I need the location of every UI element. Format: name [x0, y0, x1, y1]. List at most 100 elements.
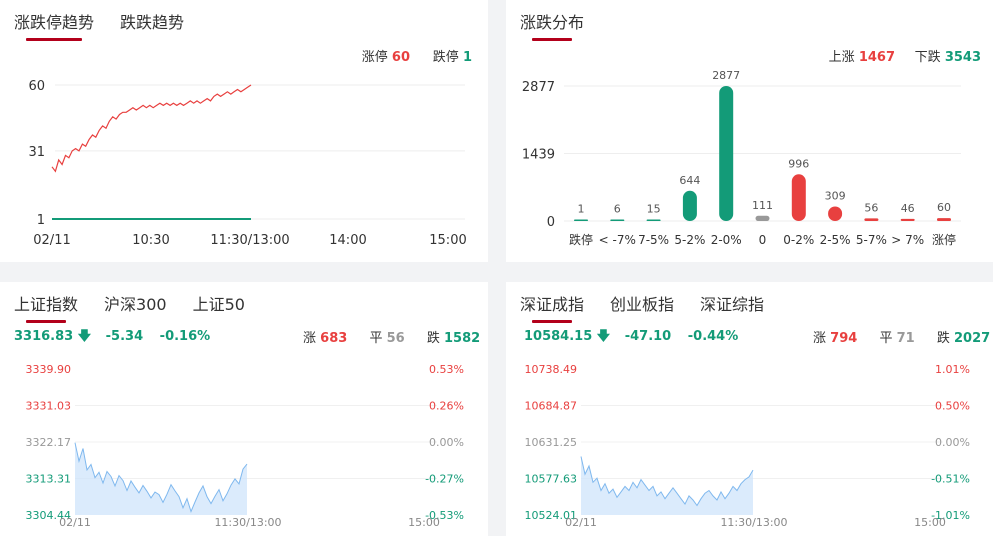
- category-label: < -7%: [599, 233, 636, 247]
- sz-down-label: 跌: [936, 331, 950, 346]
- y-tick-label: 10577.63: [525, 473, 578, 486]
- category-label: 0-2%: [783, 233, 814, 247]
- category-label: 2-5%: [820, 233, 851, 247]
- x-tick-label: 15:00: [914, 516, 946, 529]
- category-label: 跌停: [569, 232, 593, 247]
- bar: [900, 218, 915, 221]
- x-tick-label: 02/11: [33, 233, 70, 248]
- bar-value-label: 46: [901, 202, 915, 215]
- y-tick-label: 3331.03: [26, 400, 72, 413]
- x-tick-label: 11:30/13:00: [214, 516, 281, 529]
- bar-value-label: 6: [614, 203, 621, 216]
- bar-value-label: 1: [578, 203, 585, 216]
- limit-trend-chart: 60 31 1 02/11 10:30 11:30/13:00 14:00 15:00: [28, 79, 466, 248]
- bar: [719, 86, 734, 221]
- x-tick-label: 14:00: [329, 233, 366, 248]
- price-area: [581, 456, 753, 515]
- y-tick-pct-label: -0.51%: [931, 473, 970, 486]
- y-tick-label: 0: [547, 215, 555, 230]
- sz-index-change: -47.10: [624, 329, 672, 344]
- x-tick-label: 02/11: [59, 516, 91, 529]
- sh-index-quote: 3316.83 🡇 -5.34 -0.16%: [14, 327, 210, 349]
- bar-value-label: 111: [752, 199, 773, 212]
- bar: [828, 206, 843, 221]
- sh-index-panel: 上证指数 沪深300 上证50 3339.90 0.53% 3331.03 0.26%…: [0, 282, 488, 536]
- sh-down-count: 1582: [443, 331, 481, 346]
- category-label: 5-7%: [856, 233, 887, 247]
- limit-trend-panel: 涨跌停趋势 跌跌趋势 涨停 60 跌停 1 60 31 1 02/11 10:30 11:…: [0, 0, 488, 262]
- arrow-down-icon: 🡇: [77, 329, 92, 344]
- x-tick-label: 11:30/13:00: [720, 516, 787, 529]
- sh-index-change: -5.34: [105, 329, 144, 344]
- bar: [755, 215, 770, 221]
- x-tick-label: 10:30: [132, 233, 169, 248]
- arrow-down-icon: 🡇: [596, 329, 611, 344]
- sh-index-chart: 3339.90 0.53% 3331.03 0.26% 3322.17 0.00% 3313…: [26, 363, 465, 529]
- y-tick-label: 1: [37, 213, 45, 228]
- y-tick-pct-label: 0.00%: [429, 436, 464, 449]
- bar: [791, 174, 806, 221]
- sz-index-change-pct: -0.44%: [687, 329, 739, 344]
- y-tick-pct-label: 1.01%: [935, 363, 970, 376]
- y-tick-label: 60: [28, 79, 45, 94]
- sz-index-chart: 10738.49 1.01% 10684.87 0.50% 10631.25 0.00% 1…: [525, 363, 971, 529]
- bar-value-label: 2877: [712, 69, 740, 82]
- y-tick-label: 31: [28, 145, 45, 160]
- y-tick-label: 3339.90: [26, 363, 72, 376]
- sh-flat-count: 56: [386, 331, 405, 346]
- y-tick-label: 1439: [522, 147, 555, 162]
- sh-breadth-stats: 涨 683 平 56 跌 1582: [303, 327, 480, 346]
- sz-breadth-stats: 涨 794 平 71 跌 2027: [813, 327, 990, 346]
- sh-up-label: 涨: [303, 331, 317, 346]
- category-label: 2-0%: [711, 233, 742, 247]
- sz-index-quote: 10584.15 🡇 -47.10 -0.44%: [524, 327, 738, 349]
- sh-down-label: 跌: [426, 331, 440, 346]
- bar-value-label: 309: [825, 190, 846, 203]
- distribution-chart: 2877 1439 0 1 跌停 6 < -7% 15 7-5% 644 5-2% 2877 2-0% 1…: [522, 69, 961, 247]
- y-tick-label: 2877: [522, 80, 555, 95]
- sz-flat-count: 71: [896, 331, 915, 346]
- bar: [646, 219, 661, 221]
- sz-index-price: 10584.15: [524, 329, 593, 344]
- y-tick-pct-label: 0.53%: [429, 363, 464, 376]
- y-tick-label: 10684.87: [525, 400, 578, 413]
- bar: [574, 219, 588, 221]
- distribution-panel: 涨跌分布 上涨 1467 下跌 3543 2877 1439 0 1 跌停 6 < -7% 1…: [506, 0, 993, 262]
- sh-index-change-pct: -0.16%: [159, 329, 211, 344]
- bar-value-label: 15: [647, 203, 661, 216]
- x-tick-label: 15:00: [429, 233, 466, 248]
- sh-up-count: 683: [320, 331, 348, 346]
- x-tick-label: 11:30/13:00: [210, 233, 289, 248]
- bar-value-label: 996: [788, 157, 809, 170]
- sz-up-label: 涨: [813, 331, 827, 346]
- sz-down-count: 2027: [953, 331, 991, 346]
- category-label: 5-2%: [674, 233, 705, 247]
- y-tick-pct-label: 0.26%: [429, 400, 464, 413]
- category-label: 0: [759, 233, 767, 247]
- bar: [610, 219, 625, 221]
- x-tick-label: 15:00: [408, 516, 440, 529]
- sz-index-panel: 深证成指 创业板指 深证综指 10738.49 1.01% 10684.87 0.50…: [506, 282, 993, 536]
- bar-value-label: 60: [937, 201, 951, 214]
- category-label: > 7%: [891, 233, 924, 247]
- y-tick-pct-label: -0.27%: [425, 473, 464, 486]
- y-tick-label: 10738.49: [525, 363, 578, 376]
- y-tick-label: 10631.25: [525, 436, 578, 449]
- x-tick-label: 02/11: [565, 516, 597, 529]
- y-tick-label: 3322.17: [26, 436, 72, 449]
- y-tick-label: 3313.31: [26, 473, 72, 486]
- y-tick-pct-label: 0.00%: [935, 436, 970, 449]
- sz-up-count: 794: [830, 331, 858, 346]
- sh-index-price: 3316.83: [14, 329, 74, 344]
- sz-flat-label: 平: [879, 331, 893, 346]
- sh-flat-label: 平: [369, 331, 383, 346]
- bar: [937, 218, 951, 221]
- y-tick-pct-label: 0.50%: [935, 400, 970, 413]
- limit-up-line: [51, 84, 252, 173]
- bar-value-label: 644: [679, 174, 700, 187]
- category-label: 涨停: [932, 232, 956, 247]
- category-label: 7-5%: [638, 233, 669, 247]
- bar: [864, 218, 879, 221]
- bar: [682, 190, 697, 221]
- bar-value-label: 56: [864, 201, 878, 214]
